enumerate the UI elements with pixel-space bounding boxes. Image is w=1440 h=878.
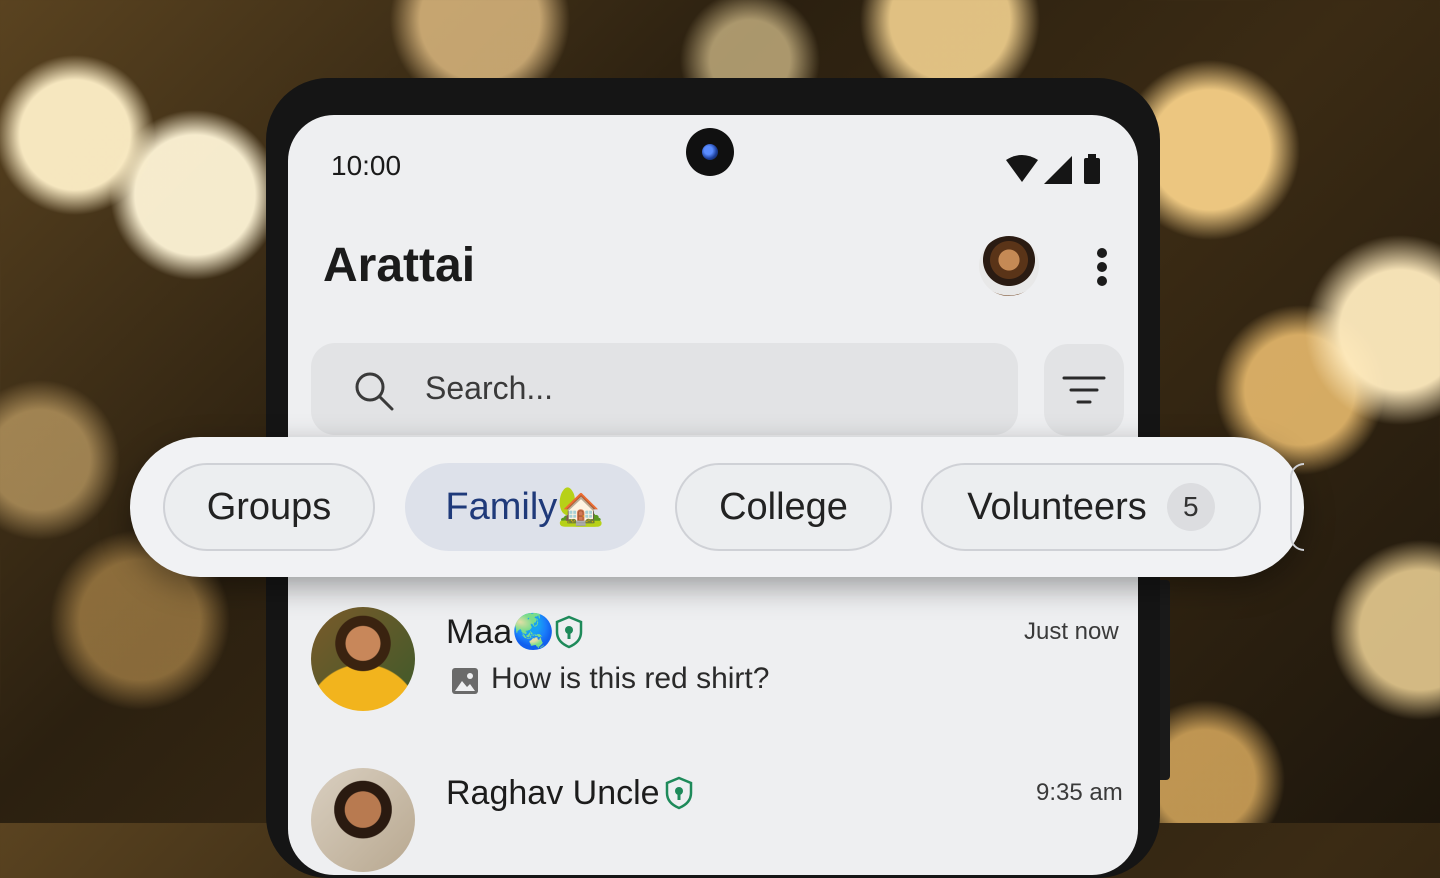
chat-preview: How is this red shirt? (491, 662, 770, 695)
chat-avatar[interactable] (311, 768, 415, 872)
status-icons (1006, 154, 1100, 184)
chat-name: Maa🌏 (446, 613, 555, 651)
search-placeholder: Search... (425, 370, 554, 406)
image-icon (452, 668, 478, 694)
search-icon (355, 372, 394, 411)
signal-icon (1044, 156, 1072, 184)
verified-shield-icon (665, 776, 693, 810)
chat-avatar[interactable] (311, 607, 415, 711)
status-time: 10:00 (331, 150, 402, 181)
chip-volunteers[interactable]: Volunteers 5 (921, 463, 1261, 551)
chip-label: Groups (206, 485, 332, 528)
chat-time: 9:35 am (1036, 779, 1123, 806)
unread-count-badge: 5 (1166, 483, 1215, 531)
chip-label: Volunteers (967, 485, 1147, 528)
profile-avatar[interactable] (979, 236, 1039, 296)
chip-family[interactable]: Family🏡 (405, 463, 645, 551)
filter-icon (1062, 376, 1106, 404)
app-title: Arattai (323, 239, 476, 292)
chip-overflow[interactable] (1290, 463, 1304, 551)
phone-side-button (1160, 580, 1170, 780)
battery-icon (1084, 158, 1100, 184)
verified-shield-icon (555, 615, 583, 649)
front-camera (686, 128, 734, 176)
chip-label: Family🏡 (445, 486, 605, 528)
chat-name: Raghav Uncle (446, 774, 660, 812)
chip-groups[interactable]: Groups (163, 463, 375, 551)
chip-college[interactable]: College (675, 463, 892, 551)
search-input[interactable] (311, 343, 1018, 435)
more-vert-icon[interactable] (1088, 245, 1116, 289)
wifi-icon (1006, 155, 1038, 182)
chip-label: College (719, 485, 848, 528)
chat-time: Just now (1024, 618, 1119, 645)
